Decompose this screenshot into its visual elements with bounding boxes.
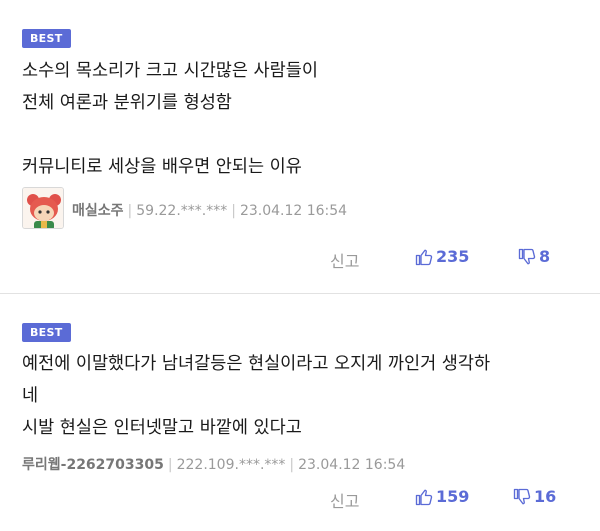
- thumbs-down-icon: [518, 248, 536, 264]
- report-button[interactable]: 신고: [330, 488, 359, 512]
- comment-line: 소수의 목소리가 크고 시간많은 사람들이: [22, 61, 318, 81]
- meta-separator: |: [127, 203, 133, 219]
- ip-address: 59.22.***.***: [136, 203, 228, 219]
- dislike-count: 16: [534, 487, 557, 506]
- comment-line: 예전에 이말했다가 남녀갈등은 현실이라고 오지게 까인거 생각하: [22, 354, 491, 374]
- comment-line: 커뮤니티로 세상을 배우면 안되는 이유: [22, 157, 302, 177]
- like-button[interactable]: 159: [415, 487, 469, 506]
- comment-date: 23.04.12 16:54: [239, 203, 348, 219]
- comment-meta: 루리웹-2262703305 | 222.109.***.*** | 23.04.12 …: [22, 454, 405, 474]
- meta-separator: |: [231, 203, 236, 219]
- comment-date: 23.04.12 16:54: [298, 457, 406, 473]
- comment-line: 시발 현실은 인터넷말고 바깥에 있다고: [22, 418, 302, 438]
- dislike-button[interactable]: 16: [513, 487, 556, 506]
- like-count: 235: [436, 247, 470, 266]
- like-count: 159: [436, 487, 470, 506]
- comment-body: 예전에 이말했다가 남녀갈등은 현실이라고 오지게 까인거 생각하 네 시발 현…: [22, 348, 490, 444]
- avatar[interactable]: [22, 187, 64, 229]
- comment-item: BEST 소수의 목소리가 크고 시간많은 사람들이 전체 여론과 분위기를 형…: [0, 0, 600, 292]
- comment-item: BEST 예전에 이말했다가 남녀갈등은 현실이라고 오지게 까인거 생각하 네…: [0, 296, 600, 531]
- thumbs-down-icon: [513, 488, 531, 504]
- comment-line: 전체 여론과 분위기를 형성함: [22, 93, 232, 113]
- author-name[interactable]: 루리웹-2262703305: [22, 457, 164, 473]
- thumbs-up-icon: [415, 489, 433, 505]
- comment-meta: 매실소주 | 59.22.***.*** | 23.04.12 16:54: [72, 200, 347, 220]
- dislike-button[interactable]: 8: [518, 247, 550, 266]
- report-button[interactable]: 신고: [330, 248, 359, 272]
- ip-address: 222.109.***.***: [176, 457, 286, 473]
- best-badge: BEST: [22, 29, 71, 48]
- comment-line: [22, 119, 318, 151]
- thumbs-up-icon: [415, 249, 433, 265]
- comment-body: 소수의 목소리가 크고 시간많은 사람들이 전체 여론과 분위기를 형성함 커뮤…: [22, 55, 318, 183]
- like-button[interactable]: 235: [415, 247, 469, 266]
- character-avatar-icon: [23, 188, 63, 228]
- comment-line: 네: [22, 386, 39, 406]
- author-name[interactable]: 매실소주: [72, 203, 124, 219]
- comment-divider: [0, 293, 600, 294]
- dislike-count: 8: [539, 247, 551, 266]
- meta-separator: |: [167, 457, 173, 473]
- best-badge: BEST: [22, 323, 71, 342]
- meta-separator: |: [289, 457, 295, 473]
